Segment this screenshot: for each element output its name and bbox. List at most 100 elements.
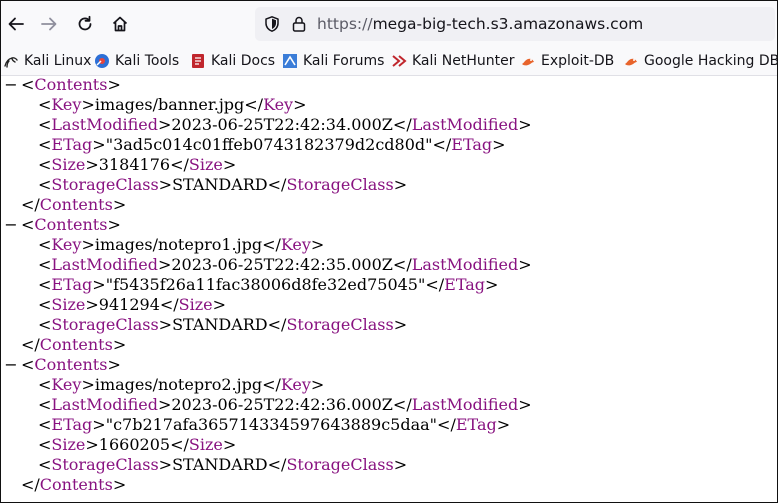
xml-field-size: <Size>941294</Size> xyxy=(38,295,226,315)
xml-value: "f5435f26a11fac38006d8fe32ed75045" xyxy=(105,275,426,294)
xml-value: "c7b217afa365714334597643889c5daa" xyxy=(105,415,438,434)
bookmark-kali-forums[interactable]: Kali Forums xyxy=(282,52,384,70)
xml-field-etag: <ETag>"f5435f26a11fac38006d8fe32ed75045"… xyxy=(38,275,498,295)
shield-icon[interactable] xyxy=(263,15,281,37)
xml-bracket: > xyxy=(518,395,532,414)
bookmark-kali-docs[interactable]: Kali Docs xyxy=(190,52,275,70)
url-text[interactable]: https://mega-big-tech.s3.amazonaws.com xyxy=(317,15,643,33)
xml-bracket: </ xyxy=(21,335,40,354)
xml-bracket: > xyxy=(107,76,121,94)
xml-value: 3184176 xyxy=(98,155,171,174)
xml-tag-name: Contents xyxy=(39,195,113,214)
url-bar[interactable]: https://mega-big-tech.s3.amazonaws.com xyxy=(255,7,775,41)
xml-bracket: > xyxy=(112,475,127,494)
bookmark-kali-tools[interactable]: Kali Tools xyxy=(94,52,179,70)
reload-button[interactable] xyxy=(70,9,100,39)
xml-bracket: > xyxy=(81,375,95,394)
contents-open-line: − <Contents> xyxy=(1,76,121,95)
xml-bracket: < xyxy=(38,175,52,194)
bookmark-kali-nethunter[interactable]: Kali NetHunter xyxy=(391,52,514,70)
xml-bracket: > xyxy=(81,235,95,254)
xml-document-view: − <Contents> <Key>images/banner.jpg</Key> <… xyxy=(1,76,777,502)
arrow-left-icon xyxy=(8,17,24,31)
kali-forums-icon xyxy=(282,53,298,69)
bookmark-exploit-db[interactable]: Exploit-DB xyxy=(520,52,614,70)
xml-tag-name: Key xyxy=(51,375,82,394)
xml-bracket: > xyxy=(85,155,99,174)
xml-field-key: <Key>images/notepro1.jpg</Key> xyxy=(38,235,324,255)
back-button[interactable] xyxy=(1,9,31,39)
collapse-toggle[interactable]: − xyxy=(1,355,21,375)
xml-bracket: > xyxy=(222,155,237,174)
xml-bracket: > xyxy=(157,395,172,414)
xml-tag-name: ETag xyxy=(444,275,486,294)
xml-tag-name: Key xyxy=(51,95,82,114)
arrow-right-icon xyxy=(41,17,57,31)
xml-tag-name: ETag xyxy=(51,275,93,294)
xml-tag-name: LastModified xyxy=(51,115,158,134)
xml-bracket: </ xyxy=(392,255,412,274)
bookmark-google-hacking-db[interactable]: Google Hacking DB xyxy=(623,52,778,70)
xml-bracket: > xyxy=(393,315,408,334)
xml-bracket: < xyxy=(38,155,52,174)
bookmark-label: Kali Forums xyxy=(303,53,385,69)
collapse-toggle[interactable]: − xyxy=(1,76,21,95)
xml-bracket: > xyxy=(492,135,506,154)
xml-bracket: </ xyxy=(170,435,189,454)
xml-bracket: > xyxy=(92,415,106,434)
xml-tag-name: Key xyxy=(51,235,82,254)
xml-tag-name: ETag xyxy=(451,135,493,154)
xml-tag-name: Size xyxy=(178,295,213,314)
contents-close-line: </Contents> xyxy=(21,335,126,355)
xml-bracket: > xyxy=(310,235,325,254)
xml-tag-name: Contents xyxy=(39,475,113,494)
xml-bracket: > xyxy=(112,195,127,214)
url-scheme: https:// xyxy=(317,15,373,33)
xml-tag-name: StorageClass xyxy=(286,315,394,334)
xml-bracket: > xyxy=(92,135,106,154)
xml-field-last-modified: <LastModified>2023-06-25T22:42:36.000Z</… xyxy=(38,395,532,415)
bookmark-kali-linux[interactable]: Kali Linux xyxy=(3,52,91,70)
xml-bracket: < xyxy=(38,375,52,394)
xml-tag-name: Size xyxy=(188,435,223,454)
xml-bracket: > xyxy=(393,175,408,194)
contents-close-line: </Contents> xyxy=(21,475,126,495)
xml-bracket: < xyxy=(38,455,52,474)
xml-bracket: </ xyxy=(262,235,281,254)
xml-field-size: <Size>1660205</Size> xyxy=(38,435,236,455)
xml-bracket: < xyxy=(38,135,52,154)
xml-field-etag: <ETag>"3ad5c014c01ffeb0743182379d2cd80d"… xyxy=(38,135,506,155)
xml-value: 941294 xyxy=(98,295,160,314)
xml-bracket: </ xyxy=(170,155,189,174)
xml-tag-name: Contents xyxy=(39,335,113,354)
xml-tag-name: Contents xyxy=(34,215,108,234)
lock-icon[interactable] xyxy=(291,15,307,37)
xml-bracket: < xyxy=(38,415,52,434)
home-icon xyxy=(112,16,128,32)
collapse-toggle[interactable]: − xyxy=(1,215,21,235)
home-button[interactable] xyxy=(105,9,135,39)
xml-field-etag: < ETag >"c7b217afa365714334597643889c5daa"… xyxy=(38,415,510,435)
xml-bracket: < xyxy=(38,115,52,134)
xml-bracket: > xyxy=(485,275,499,294)
xml-bracket: < xyxy=(38,435,52,454)
xml-bracket: </ xyxy=(425,275,445,294)
bookmark-label: Google Hacking DB xyxy=(644,53,778,69)
xml-bracket: </ xyxy=(159,295,179,314)
xml-tag-name: Size xyxy=(188,155,223,174)
bookmark-label: Kali NetHunter xyxy=(412,53,515,69)
xml-bracket: </ xyxy=(267,315,287,334)
xml-bracket: </ xyxy=(262,375,281,394)
xml-field-size: <Size>3184176</Size> xyxy=(38,155,236,175)
xml-field-key: <Key>images/banner.jpg</Key> xyxy=(38,95,307,115)
xml-tag-name: LastModified xyxy=(411,115,519,134)
xml-value: STANDARD xyxy=(172,455,268,474)
navigation-toolbar: https://mega-big-tech.s3.amazonaws.com xyxy=(1,1,777,47)
xml-tag-name: ETag xyxy=(455,415,497,434)
xml-bracket: > xyxy=(107,355,121,374)
xml-bracket: < xyxy=(21,76,35,94)
xml-tag-name: Size xyxy=(51,295,86,314)
forward-button[interactable] xyxy=(34,9,64,39)
xml-tag-name: StorageClass xyxy=(51,315,159,334)
xml-bracket: > xyxy=(107,215,121,234)
